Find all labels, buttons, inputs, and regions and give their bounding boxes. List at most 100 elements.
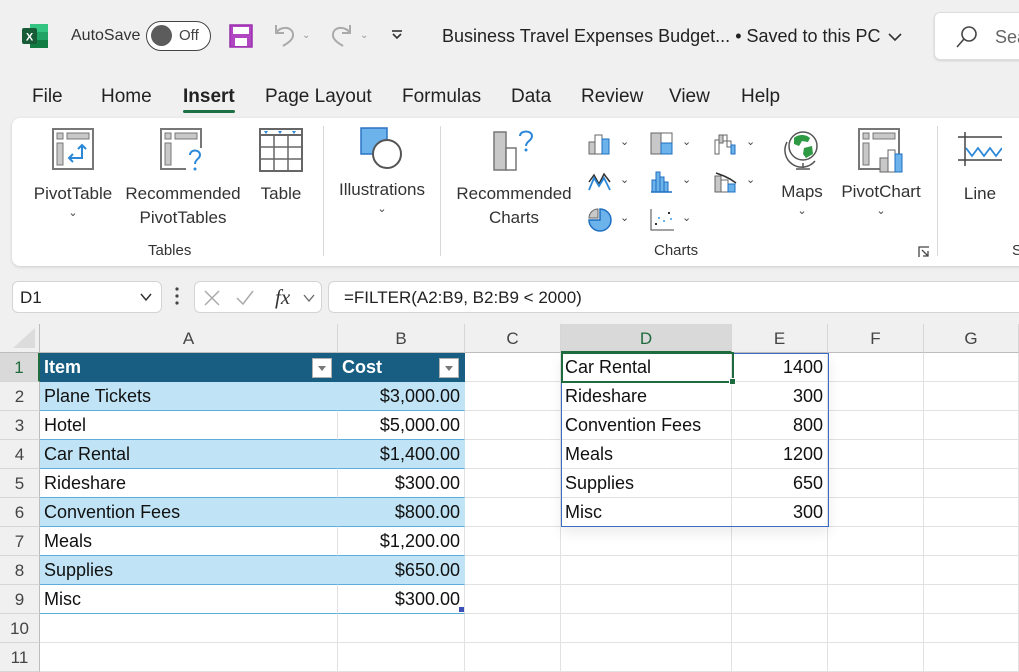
cell-a11[interactable] xyxy=(40,643,338,672)
cell-g1[interactable] xyxy=(924,353,1019,382)
table-cell-cost[interactable]: $5,000.00 xyxy=(338,411,465,440)
cell-b10[interactable] xyxy=(338,614,465,643)
cell-c11[interactable] xyxy=(465,643,561,672)
scatter-chart-button[interactable]: ⌄ xyxy=(650,206,694,234)
row-header-11[interactable]: 11 xyxy=(0,643,40,672)
tab-home[interactable]: Home xyxy=(101,86,152,108)
cell-g3[interactable] xyxy=(924,411,1019,440)
cell-c7[interactable] xyxy=(465,527,561,556)
cell-d7[interactable] xyxy=(561,527,732,556)
tab-file[interactable]: File xyxy=(32,86,63,108)
column-bar-chart-button[interactable]: ⌄ xyxy=(588,130,632,158)
cancel-icon[interactable] xyxy=(203,289,221,307)
combo-chart-button[interactable]: ⌄ xyxy=(714,168,758,196)
sparkline-line-button[interactable]: Line xyxy=(950,130,1010,206)
search-input[interactable]: Search xyxy=(934,12,1019,60)
table-cell-item[interactable]: Supplies xyxy=(40,556,338,585)
column-header-c[interactable]: C xyxy=(465,324,561,353)
table-cell-cost[interactable]: $650.00 xyxy=(338,556,465,585)
cell-c6[interactable] xyxy=(465,498,561,527)
enter-icon[interactable] xyxy=(235,289,255,307)
cell-f4[interactable] xyxy=(828,440,924,469)
cell-c2[interactable] xyxy=(465,382,561,411)
spill-cell-item[interactable]: Supplies xyxy=(561,469,732,498)
cell-f8[interactable] xyxy=(828,556,924,585)
spill-cell-value[interactable]: 800 xyxy=(732,411,828,440)
table-resize-handle[interactable] xyxy=(459,607,464,612)
dialog-launcher-icon[interactable] xyxy=(918,246,930,258)
select-all-button[interactable] xyxy=(0,324,40,353)
cell-d11[interactable] xyxy=(561,643,732,672)
cell-f1[interactable] xyxy=(828,353,924,382)
spill-cell-item[interactable]: Meals xyxy=(561,440,732,469)
cell-g9[interactable] xyxy=(924,585,1019,614)
cell-e10[interactable] xyxy=(732,614,828,643)
cell-d10[interactable] xyxy=(561,614,732,643)
row-header-9[interactable]: 9 xyxy=(0,585,40,614)
cell-e11[interactable] xyxy=(732,643,828,672)
autosave-toggle[interactable]: Off xyxy=(146,21,211,51)
cell-c1[interactable] xyxy=(465,353,561,382)
filter-dropdown-button[interactable] xyxy=(439,358,459,378)
cell-g2[interactable] xyxy=(924,382,1019,411)
tab-data[interactable]: Data xyxy=(511,86,551,108)
statistic-chart-button[interactable]: ⌄ xyxy=(650,168,694,196)
cell-f2[interactable] xyxy=(828,382,924,411)
cell-c3[interactable] xyxy=(465,411,561,440)
table-cell-cost[interactable]: $1,400.00 xyxy=(338,440,465,469)
document-title[interactable]: Business Travel Expenses Budget... • Sav… xyxy=(442,26,902,47)
redo-icon[interactable] xyxy=(330,22,354,48)
cell-b11[interactable] xyxy=(338,643,465,672)
spill-cell-item[interactable]: Rideshare xyxy=(561,382,732,411)
line-area-chart-button[interactable]: ⌄ xyxy=(588,168,632,196)
cell-d9[interactable] xyxy=(561,585,732,614)
table-cell-item[interactable]: Plane Tickets xyxy=(40,382,338,411)
spill-cell-value[interactable]: 300 xyxy=(732,382,828,411)
row-header-10[interactable]: 10 xyxy=(0,614,40,643)
cell-c9[interactable] xyxy=(465,585,561,614)
tab-insert[interactable]: Insert xyxy=(183,86,235,113)
pie-doughnut-chart-button[interactable]: ⌄ xyxy=(588,206,632,234)
customize-qat-icon[interactable] xyxy=(390,28,404,42)
cell-g5[interactable] xyxy=(924,469,1019,498)
tab-formulas[interactable]: Formulas xyxy=(402,86,481,108)
spill-cell-value[interactable]: 1400 xyxy=(732,353,828,382)
row-header-2[interactable]: 2 xyxy=(0,382,40,411)
column-header-e[interactable]: E xyxy=(732,324,828,353)
row-header-6[interactable]: 6 xyxy=(0,498,40,527)
cell-g11[interactable] xyxy=(924,643,1019,672)
more-options-icon[interactable] xyxy=(174,286,180,306)
cell-e7[interactable] xyxy=(732,527,828,556)
insert-function-icon[interactable]: fx xyxy=(275,285,290,310)
maps-button[interactable]: Maps ⌄ xyxy=(774,128,830,218)
tab-help[interactable]: Help xyxy=(741,86,780,108)
fill-handle[interactable] xyxy=(729,378,736,385)
column-header-d[interactable]: D xyxy=(561,324,732,353)
tab-review[interactable]: Review xyxy=(581,86,643,108)
spill-cell-item[interactable]: Car Rental xyxy=(561,353,732,382)
filter-dropdown-button[interactable] xyxy=(312,358,332,378)
chevron-down-icon[interactable] xyxy=(303,293,315,303)
cell-g6[interactable] xyxy=(924,498,1019,527)
undo-icon[interactable] xyxy=(272,22,296,48)
save-icon[interactable] xyxy=(229,24,253,48)
cell-f3[interactable] xyxy=(828,411,924,440)
table-cell-item[interactable]: Meals xyxy=(40,527,338,556)
row-header-3[interactable]: 3 xyxy=(0,411,40,440)
table-cell-cost[interactable]: $800.00 xyxy=(338,498,465,527)
table-header-item[interactable]: Item xyxy=(40,353,338,382)
column-header-f[interactable]: F xyxy=(828,324,924,353)
cell-c4[interactable] xyxy=(465,440,561,469)
name-box[interactable]: D1 xyxy=(12,281,162,313)
spill-cell-value[interactable]: 650 xyxy=(732,469,828,498)
column-header-b[interactable]: B xyxy=(338,324,465,353)
cell-g4[interactable] xyxy=(924,440,1019,469)
cell-e9[interactable] xyxy=(732,585,828,614)
cell-c5[interactable] xyxy=(465,469,561,498)
table-cell-cost[interactable]: $300.00 xyxy=(338,469,465,498)
formula-input[interactable]: =FILTER(A2:B9, B2:B9 < 2000) xyxy=(328,281,1019,313)
tab-view[interactable]: View xyxy=(669,86,710,108)
cell-g10[interactable] xyxy=(924,614,1019,643)
pivot-chart-button[interactable]: PivotChart ⌄ xyxy=(838,128,924,218)
cell-f6[interactable] xyxy=(828,498,924,527)
